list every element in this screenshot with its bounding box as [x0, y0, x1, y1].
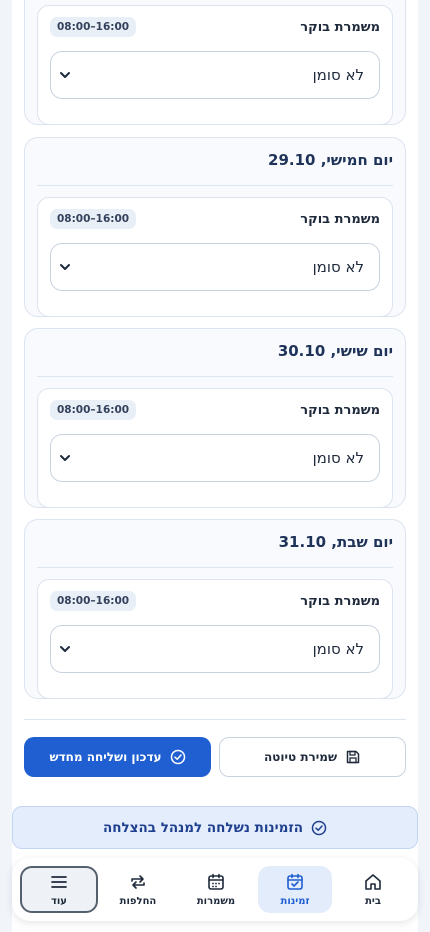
bottom-nav: בית זמינות משמרות החלפות עוד	[12, 858, 418, 921]
nav-label: בית	[365, 896, 381, 907]
chevron-down-icon	[60, 264, 70, 270]
day-title: יום חמישי, 29.10	[268, 151, 393, 169]
nav-label: משמרות	[196, 896, 236, 907]
shift-name: משמרת בוקר	[300, 403, 380, 418]
select-value: לא סומן	[312, 640, 364, 658]
availability-select[interactable]: לא סומן	[50, 51, 380, 99]
nav-label: זמינות	[280, 896, 310, 907]
nav-item-shifts[interactable]: משמרות	[179, 866, 253, 913]
shift-hours-badge: 08:00–16:00	[50, 400, 137, 420]
menu-icon	[51, 876, 67, 888]
divider	[37, 376, 393, 377]
save-icon	[346, 750, 360, 764]
nav-item-more[interactable]: עוד	[20, 866, 98, 913]
divider	[37, 185, 393, 186]
nav-item-availability[interactable]: זמינות	[258, 866, 332, 913]
save-draft-button[interactable]: שמירת טיוטה	[219, 737, 406, 777]
shift-name: משמרת בוקר	[300, 212, 380, 227]
nav-label: עוד	[51, 896, 67, 907]
calendar-check-icon	[287, 873, 303, 890]
day-card: יום שבת, 31.10 משמרת בוקר 08:00–16:00 לא…	[24, 519, 406, 699]
select-value: לא סומן	[312, 258, 364, 276]
shift-name: משמרת בוקר	[300, 20, 380, 35]
chevron-down-icon	[60, 72, 70, 78]
success-toast: הזמינות נשלחה למנהל בהצלחה	[12, 806, 418, 849]
select-value: לא סומן	[312, 66, 364, 84]
check-circle-icon	[170, 749, 185, 765]
update-resend-button[interactable]: עדכון ושליחה מחדש	[24, 737, 211, 777]
chevron-down-icon	[60, 646, 70, 652]
day-card: יום שישי, 30.10 משמרת בוקר 08:00–16:00 ל…	[24, 328, 406, 508]
availability-scroll-area: משמרת בוקר 08:00–16:00 לא סומן יום חמישי…	[12, 0, 418, 932]
shift-card: משמרת בוקר 08:00–16:00 לא סומן	[37, 579, 393, 699]
nav-item-swaps[interactable]: החלפות	[101, 866, 175, 913]
nav-item-home[interactable]: בית	[336, 866, 410, 913]
nav-label: החלפות	[119, 896, 157, 907]
day-card: משמרת בוקר 08:00–16:00 לא סומן	[24, 0, 406, 125]
toast-message: הזמינות נשלחה למנהל בהצלחה	[102, 819, 304, 836]
shift-card: משמרת בוקר 08:00–16:00 לא סומן	[37, 388, 393, 508]
shift-name: משמרת בוקר	[300, 594, 380, 609]
divider	[24, 719, 406, 720]
home-icon	[365, 874, 381, 890]
divider	[37, 567, 393, 568]
calendar-icon	[208, 873, 224, 890]
availability-select[interactable]: לא סומן	[50, 434, 380, 482]
availability-select[interactable]: לא סומן	[50, 243, 380, 291]
day-card: יום חמישי, 29.10 משמרת בוקר 08:00–16:00 …	[24, 137, 406, 317]
shift-hours-badge: 08:00–16:00	[50, 17, 137, 37]
shift-card: משמרת בוקר 08:00–16:00 לא סומן	[37, 5, 393, 125]
swap-icon	[131, 875, 145, 889]
save-draft-label: שמירת טיוטה	[263, 750, 338, 764]
shift-hours-badge: 08:00–16:00	[50, 591, 137, 611]
shift-hours-badge: 08:00–16:00	[50, 209, 137, 229]
update-resend-label: עדכון ושליחה מחדש	[49, 750, 162, 764]
shift-card: משמרת בוקר 08:00–16:00 לא סומן	[37, 197, 393, 317]
chevron-down-icon	[60, 455, 70, 461]
select-value: לא סומן	[312, 449, 364, 467]
availability-select[interactable]: לא סומן	[50, 625, 380, 673]
day-title: יום שבת, 31.10	[278, 533, 393, 551]
day-title: יום שישי, 30.10	[277, 342, 393, 360]
check-circle-icon	[311, 820, 327, 835]
